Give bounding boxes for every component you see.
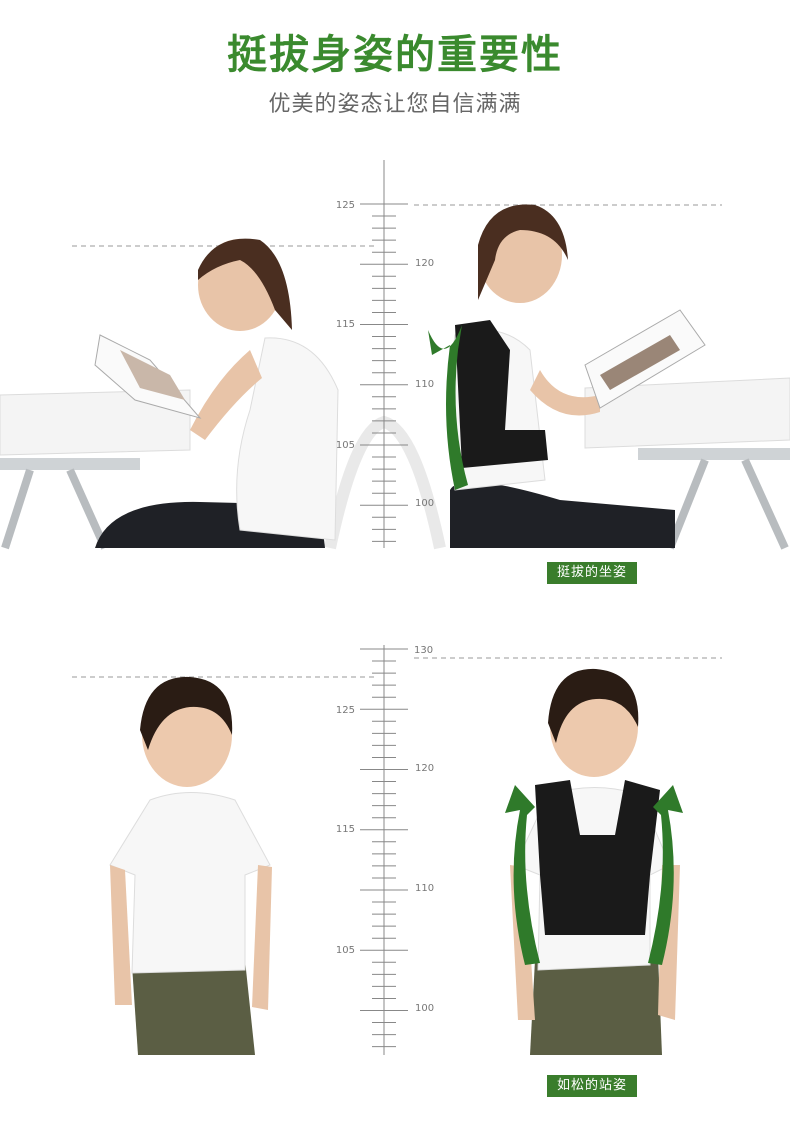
ruler-label: 105 (336, 945, 355, 956)
sitting-posture-badge: 挺拔的坐姿 (547, 562, 638, 584)
boy-without-brace-figure (109, 676, 272, 1055)
ruler-label: 100 (415, 498, 434, 509)
posture-arrow-left-icon (505, 785, 540, 965)
ruler-label: 125 (336, 705, 355, 716)
height-ruler: 130 125 115 105 120 110 100 (336, 645, 434, 1055)
standing-comparison-panel: 130 125 115 105 120 110 100 如松的站姿 (0, 635, 790, 1105)
ruler-label: 115 (336, 824, 355, 835)
ruler-label: 120 (415, 763, 434, 774)
standing-illustration: 130 125 115 105 120 110 100 (72, 645, 722, 1055)
standing-posture-badge: 如松的站姿 (547, 1075, 638, 1097)
ruler-label: 130 (414, 645, 433, 656)
ruler-label: 100 (415, 1003, 434, 1014)
page-subtitle: 优美的姿态让您自信满满 (268, 92, 522, 117)
sitting-illustration: 125 115 105 120 110 100 (0, 150, 790, 550)
ruler-label: 110 (415, 883, 434, 894)
ruler-label: 105 (336, 440, 355, 451)
ruler-label: 110 (415, 379, 434, 390)
ruler-label: 125 (336, 200, 355, 211)
ruler-label: 120 (415, 258, 434, 269)
boy-with-brace-figure (510, 668, 680, 1055)
page-title: 挺拔身姿的重要性 (227, 32, 563, 78)
ruler-label: 115 (336, 319, 355, 330)
sitting-comparison-panel: 125 115 105 120 110 100 挺拔的坐姿 (0, 150, 790, 590)
